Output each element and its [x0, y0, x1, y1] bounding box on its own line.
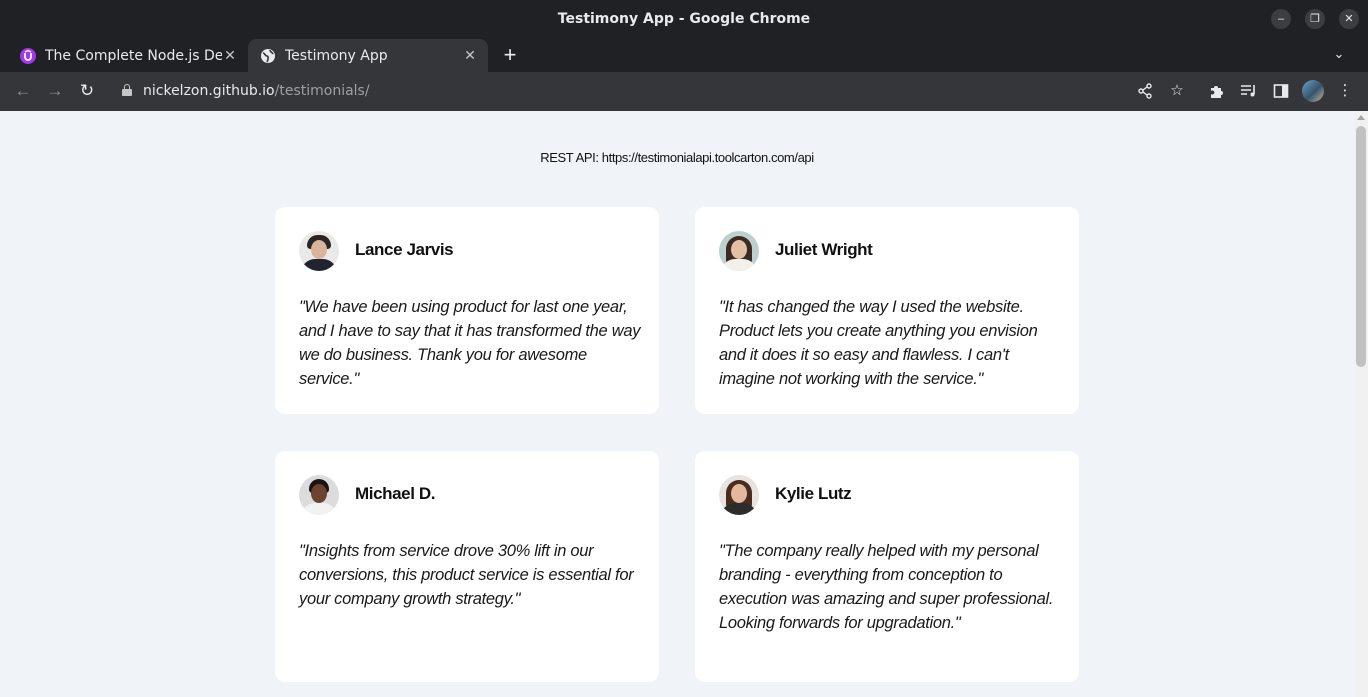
- profile-avatar[interactable]: [1302, 80, 1324, 102]
- tab-label: Testimony App: [285, 47, 388, 64]
- tab-search-chevron-icon[interactable]: ⌄: [1329, 44, 1349, 64]
- testimonial-quote: "Insights from service drove 30% lift in…: [299, 542, 634, 608]
- tab-close-icon[interactable]: ✕: [462, 48, 478, 64]
- tab-close-icon[interactable]: ✕: [222, 48, 238, 64]
- lock-icon[interactable]: [122, 84, 132, 96]
- title-bar: Testimony App - Google Chrome – ❐ ✕: [0, 0, 1368, 38]
- menu-kebab-icon[interactable]: ⋮: [1334, 80, 1356, 102]
- testimonial-card: Kylie Lutz "The company really helped wi…: [695, 451, 1079, 682]
- vertical-scrollbar[interactable]: [1354, 111, 1368, 697]
- testimonial-card: Lance Jarvis "We have been using product…: [275, 207, 659, 414]
- new-tab-icon[interactable]: +: [498, 44, 522, 66]
- back-icon[interactable]: ←: [12, 80, 34, 102]
- avatar: [719, 475, 759, 515]
- restore-icon[interactable]: ❐: [1305, 9, 1325, 29]
- testimonial-name: Kylie Lutz: [775, 484, 852, 503]
- page-viewport: REST API: https://testimonialapi.toolcar…: [0, 111, 1354, 697]
- testimonial-name: Juliet Wright: [775, 240, 873, 259]
- testimonial-card: Juliet Wright "It has changed the way I …: [695, 207, 1079, 414]
- media-controls-icon[interactable]: [1238, 80, 1260, 102]
- close-window-icon[interactable]: ✕: [1339, 9, 1359, 29]
- avatar: [299, 231, 339, 271]
- testimonial-card: Michael D. "Insights from service drove …: [275, 451, 659, 682]
- address-bar[interactable]: nickelzon.github.io/testimonials/: [112, 77, 1200, 106]
- window-title: Testimony App - Google Chrome: [557, 11, 811, 27]
- reload-icon[interactable]: ↻: [76, 80, 98, 102]
- scrollbar-thumb[interactable]: [1356, 126, 1366, 367]
- side-panel-icon[interactable]: [1270, 80, 1292, 102]
- avatar: [719, 231, 759, 271]
- tab-strip: The Complete Node.js Dev ✕ Testimony App…: [0, 38, 1368, 72]
- globe-icon: [260, 48, 276, 64]
- testimonial-name: Lance Jarvis: [355, 240, 454, 259]
- bookmark-star-icon[interactable]: ☆: [1166, 80, 1188, 102]
- testimonial-name: Michael D.: [355, 484, 436, 503]
- browser-toolbar: ← → ↻ nickelzon.github.io/testimonials/ …: [0, 72, 1368, 111]
- tab-label: The Complete Node.js Dev: [45, 47, 222, 64]
- udemy-icon: [20, 47, 36, 64]
- forward-icon[interactable]: →: [44, 80, 66, 102]
- share-icon[interactable]: [1134, 80, 1156, 102]
- testimonial-quote: "We have been using product for last one…: [299, 298, 641, 388]
- scroll-up-icon[interactable]: [1357, 115, 1365, 120]
- minimize-icon[interactable]: –: [1271, 9, 1291, 29]
- testimonial-quote: "It has changed the way I used the websi…: [719, 298, 1038, 388]
- avatar: [299, 475, 339, 515]
- api-endpoint-text: REST API: https://testimonialapi.toolcar…: [540, 150, 814, 165]
- url-text[interactable]: nickelzon.github.io/testimonials/: [143, 83, 370, 99]
- tab-node-course[interactable]: The Complete Node.js Dev ✕: [8, 39, 248, 72]
- extensions-icon[interactable]: [1206, 80, 1228, 102]
- tab-testimony-app[interactable]: Testimony App ✕: [248, 39, 488, 72]
- testimonial-quote: "The company really helped with my perso…: [719, 542, 1054, 632]
